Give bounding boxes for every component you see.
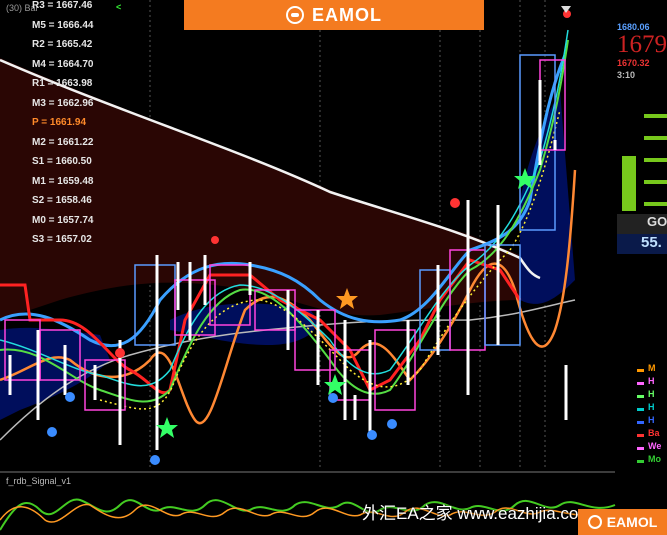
brand-banner: EAMOL (184, 0, 484, 30)
brand-name: EAMOL (312, 4, 382, 25)
watermark-text: 外汇EA之家 www.eazhijia.com (362, 504, 593, 523)
brand-banner-bottom: EAMOL (578, 509, 667, 535)
legend-swatch (637, 421, 644, 424)
pivot-level-label: M1 = 1659.48 (32, 175, 94, 187)
price-big: 1679 (617, 31, 667, 58)
legend-item: H (648, 389, 655, 399)
pivot-level-label: S2 = 1658.46 (32, 195, 92, 206)
legend-item: We (648, 441, 662, 451)
brand-logo-icon (286, 6, 304, 24)
legend-item: Mo (648, 454, 661, 464)
legend-item: M (648, 363, 656, 373)
pivot-level-label: R3 = 1667.46 (32, 0, 93, 11)
pivot-level-label: M0 = 1657.74 (32, 214, 94, 226)
bar-timer: 3:10 (617, 70, 636, 80)
legend-swatch (637, 434, 644, 437)
pivot-level-label: M5 = 1666.44 (32, 19, 94, 31)
legend-swatch (637, 369, 644, 372)
signal-label: GO (617, 214, 667, 234)
legend-item: H (648, 376, 655, 386)
price-chart[interactable] (0, 0, 667, 535)
indicator-title: f_rdb_Signal_v1 (6, 476, 72, 486)
legend-swatch (637, 382, 644, 385)
legend-swatch (637, 408, 644, 411)
signal-value: 55. (617, 234, 667, 254)
legend-swatch (637, 395, 644, 398)
brand-logo-icon-bottom (587, 515, 602, 529)
pivot-level-label: S1 = 1660.50 (32, 156, 92, 167)
pivot-level-label: M4 = 1664.70 (32, 58, 94, 70)
price-panel: 1680.06 1679 1670.32 3:10 (617, 22, 667, 80)
scroll-back-button[interactable]: < (116, 2, 121, 12)
brand-name-bottom: EAMOL (606, 514, 658, 530)
legend-swatch (637, 460, 644, 463)
legend-item: H (648, 415, 655, 425)
pivot-level-label: P = 1661.94 (32, 117, 87, 128)
strength-meter (617, 96, 667, 214)
pivot-level-label: M2 = 1661.22 (32, 136, 94, 148)
pivot-level-label: R1 = 1663.98 (32, 78, 93, 89)
legend-item: Ba (648, 428, 660, 438)
pivot-level-label: M3 = 1662.96 (32, 97, 94, 109)
legend-item: H (648, 402, 655, 412)
pivot-level-label: S3 = 1657.02 (32, 234, 92, 245)
legend-swatch (637, 447, 644, 450)
pivot-level-label: R2 = 1665.42 (32, 39, 93, 50)
price-low: 1670.32 (617, 58, 650, 68)
